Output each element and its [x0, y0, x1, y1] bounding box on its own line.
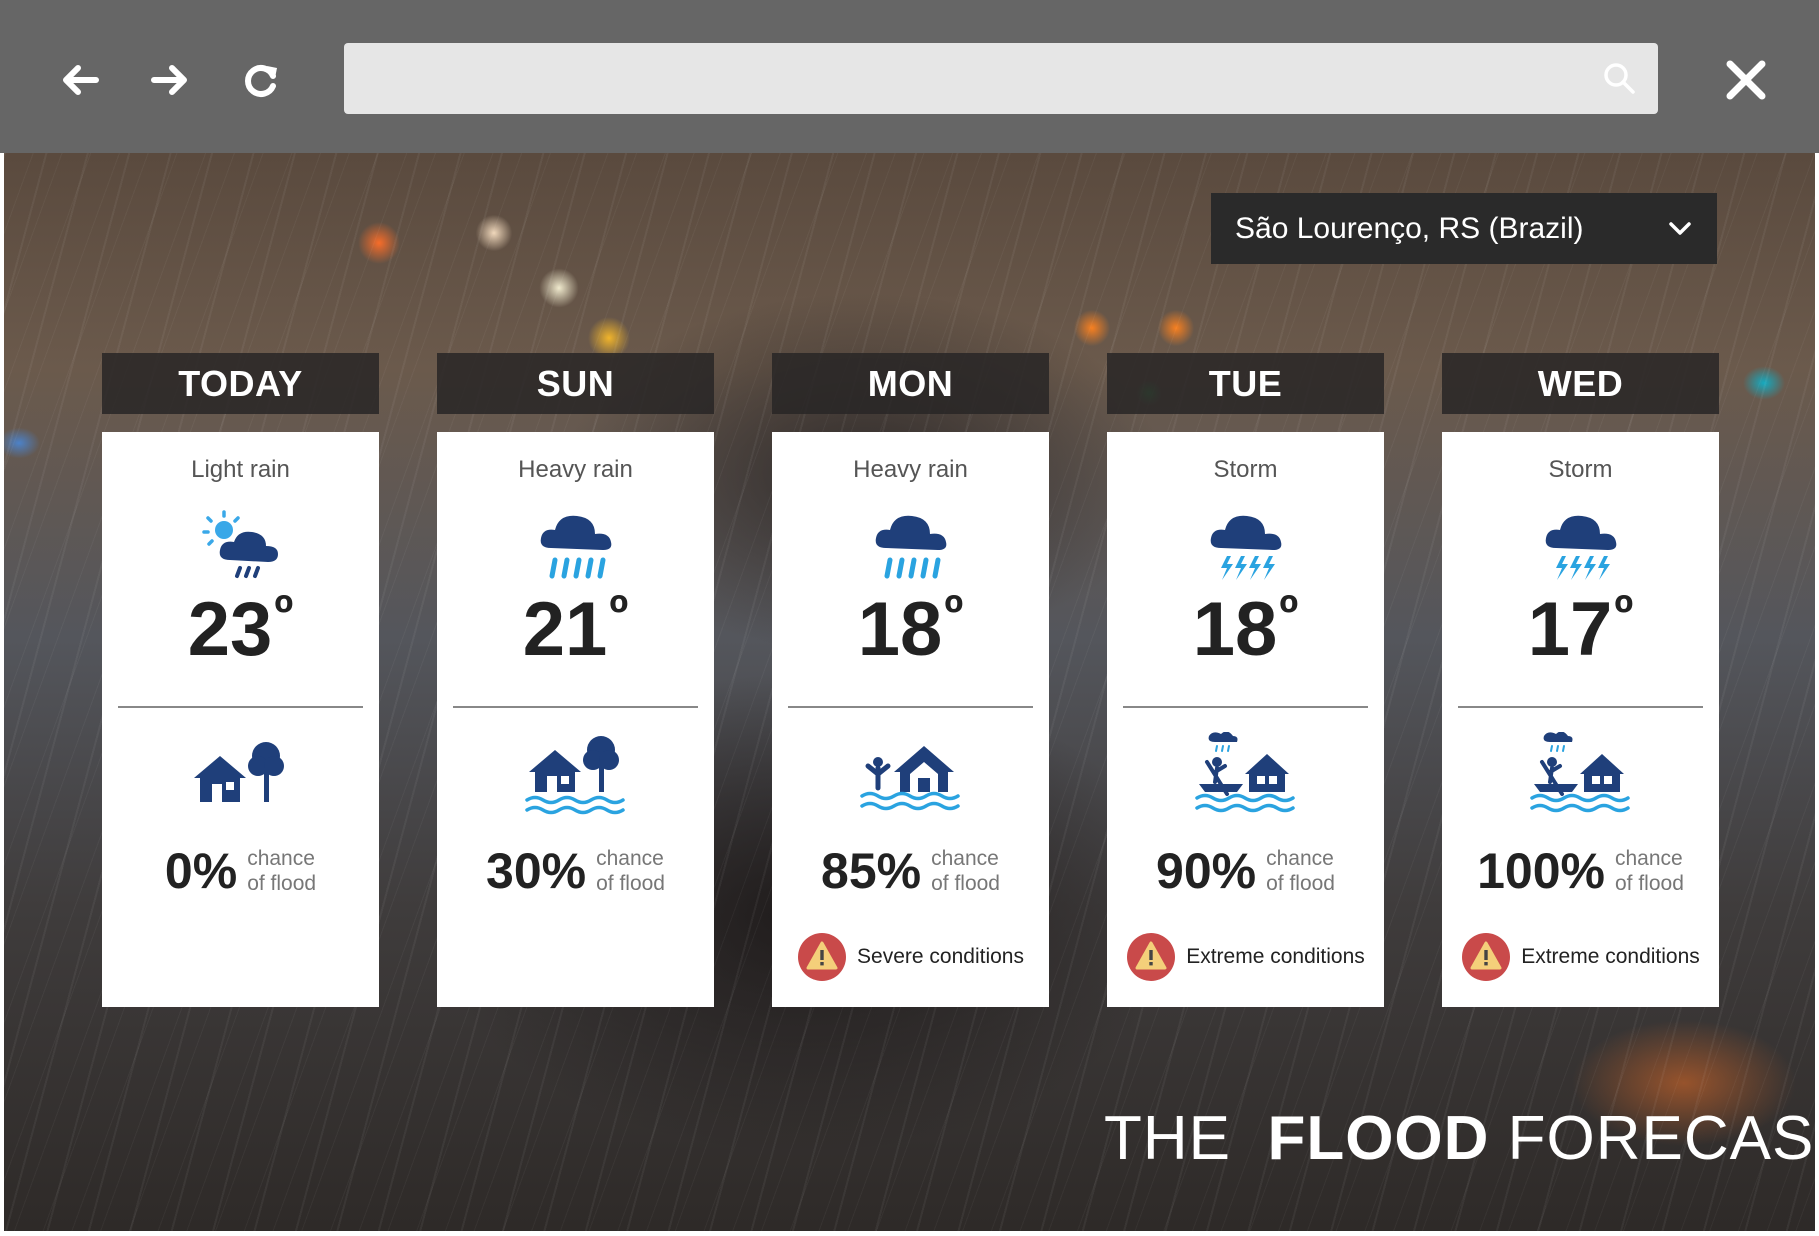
- forecast-card: Light rain 23º 0% chance of flood: [102, 432, 379, 1007]
- search-icon[interactable]: [1602, 61, 1636, 95]
- back-button[interactable]: [50, 50, 110, 110]
- flood-chance-text: chance of flood: [596, 847, 665, 895]
- divider: [788, 706, 1033, 708]
- day-label: MON: [772, 353, 1049, 414]
- forecast-card: Heavy rain 18º 85% chance of flood Sever…: [772, 432, 1049, 1007]
- day-label: SUN: [437, 353, 714, 414]
- flood-chance-text: chance of flood: [1615, 847, 1684, 895]
- flood-chance-text: chance of flood: [1266, 847, 1335, 895]
- chevron-down-icon: [1669, 221, 1691, 235]
- divider: [1123, 706, 1368, 708]
- flood-chance-text: chance of flood: [247, 847, 317, 895]
- browser-toolbar: [0, 0, 1819, 153]
- alert-text: Extreme conditions: [1186, 945, 1365, 968]
- flood-chance: 0% chance of flood: [102, 846, 379, 896]
- temperature: 18º: [857, 585, 964, 672]
- alert-extreme: Extreme conditions: [1442, 932, 1719, 982]
- site-logo: THE FLOOD FORECAST: [1104, 1104, 1815, 1173]
- flooded-house-person-icon: [860, 746, 960, 811]
- flood-chance: 90% chance of flood: [1107, 846, 1384, 896]
- flood-chance-text: chance of flood: [931, 847, 1000, 895]
- flood-chance-value: 0%: [164, 843, 238, 899]
- house-tree-water-icon: [525, 736, 625, 815]
- house-tree-icon: [194, 742, 284, 802]
- condition-label: Heavy rain: [518, 456, 633, 483]
- url-input[interactable]: [344, 43, 1604, 114]
- forecast-card: Heavy rain 21º 30% chance of flood: [437, 432, 714, 1007]
- refresh-button[interactable]: [231, 50, 291, 110]
- condition-label: Heavy rain: [853, 456, 968, 483]
- flood-chance-value: 30%: [486, 843, 587, 899]
- location-selected: São Lourenço, RS (Brazil): [1235, 211, 1584, 245]
- temperature: 23º: [187, 585, 294, 672]
- warning-icon: [1462, 933, 1511, 981]
- divider: [453, 706, 698, 708]
- warning-icon: [798, 933, 847, 981]
- forecast-day-sun: SUN Heavy rain 21º 30% chance of flood: [437, 353, 714, 1007]
- flood-chance-value: 85%: [821, 843, 922, 899]
- day-label: TODAY: [102, 353, 379, 414]
- forecast-day-wed: WED Storm 17º 100% chance of flood Extre…: [1442, 353, 1719, 1007]
- location-dropdown[interactable]: São Lourenço, RS (Brazil): [1211, 193, 1717, 264]
- alert-severe: Severe conditions: [772, 932, 1049, 982]
- page-viewport: São Lourenço, RS (Brazil) TODAY Light ra…: [4, 153, 1815, 1231]
- close-icon[interactable]: [1714, 48, 1778, 112]
- alert-extreme: Extreme conditions: [1107, 932, 1384, 982]
- divider: [1458, 706, 1703, 708]
- condition-label: Storm: [1548, 456, 1613, 483]
- forecast-day-tue: TUE Storm 18º 90% chance of flood Extrem…: [1107, 353, 1384, 1007]
- forward-arrow-icon: [151, 65, 187, 95]
- cloud-rain-icon: [540, 515, 612, 579]
- flood-chance-value: 100%: [1477, 843, 1605, 899]
- warning-icon: [1127, 933, 1176, 981]
- temperature: 18º: [1192, 585, 1299, 672]
- divider: [118, 706, 363, 708]
- alert-text: Extreme conditions: [1521, 945, 1700, 968]
- day-label: WED: [1442, 353, 1719, 414]
- flood-boat-house-icon: [1195, 732, 1295, 813]
- condition-label: Storm: [1213, 456, 1278, 483]
- back-arrow-icon: [63, 65, 99, 95]
- flood-chance-value: 90%: [1156, 843, 1257, 899]
- alert-text: Severe conditions: [857, 945, 1024, 968]
- cloud-storm-icon: [1545, 515, 1617, 580]
- forward-button[interactable]: [140, 50, 200, 110]
- temperature: 21º: [522, 585, 629, 672]
- refresh-icon: [245, 65, 277, 97]
- cloud-rain-icon: [875, 515, 947, 579]
- flood-chance: 85% chance of flood: [772, 846, 1049, 896]
- forecast-day-today: TODAY Light rain 23º 0% chance of flood: [102, 353, 379, 1007]
- forecast-card: Storm 18º 90% chance of flood Extreme co…: [1107, 432, 1384, 1007]
- flood-chance: 100% chance of flood: [1442, 846, 1719, 896]
- sun-cloud-rain-icon: [202, 510, 278, 578]
- forecast-day-mon: MON Heavy rain 18º 85% chance of flood S…: [772, 353, 1049, 1007]
- cloud-storm-icon: [1210, 515, 1282, 580]
- forecast-card: Storm 17º 100% chance of flood Extreme c…: [1442, 432, 1719, 1007]
- condition-label: Light rain: [191, 456, 290, 483]
- address-bar: [344, 43, 1658, 114]
- temperature: 17º: [1527, 585, 1634, 672]
- flood-chance: 30% chance of flood: [437, 846, 714, 896]
- day-label: TUE: [1107, 353, 1384, 414]
- flood-boat-house-icon: [1530, 732, 1630, 813]
